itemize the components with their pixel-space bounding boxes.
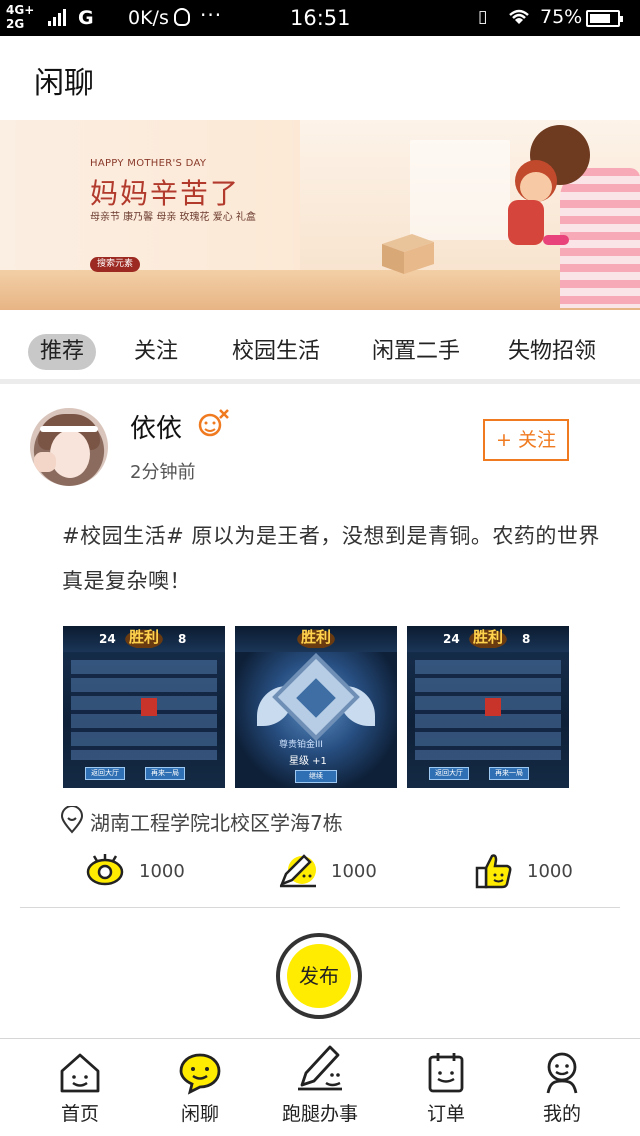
views-count: 1000: [139, 861, 185, 882]
tab-campus-life[interactable]: 校园生活: [232, 334, 320, 370]
clock: 16:51: [290, 6, 351, 30]
avatar[interactable]: [30, 408, 108, 486]
eye-icon: [86, 854, 124, 886]
post-time: 2分钟前: [130, 462, 196, 483]
tab-recommend[interactable]: 推荐: [28, 334, 97, 370]
bottom-nav: 首页 闲聊 跑腿办事 订单 我的: [0, 1038, 640, 1136]
home-icon: [60, 1053, 100, 1093]
banner-headline: 妈妈辛苦了: [90, 177, 241, 210]
banner-tags: 母亲节 康乃馨 母亲 玫瑰花 爱心 礼盒: [90, 212, 256, 223]
banner-child-face: [520, 172, 552, 202]
promo-banner[interactable]: HAPPY MOTHER'S DAY 妈妈辛苦了 母亲节 康乃馨 母亲 玫瑰花 …: [0, 120, 640, 310]
nav-chat[interactable]: 闲聊: [136, 1039, 264, 1136]
location-pin-icon: [60, 806, 84, 834]
post-content: #校园生活# 原以为是王者，没想到是青铜。农药的世界真是复杂噢！: [62, 524, 600, 593]
follow-button[interactable]: + 关注: [483, 419, 569, 461]
signal-icon: [48, 8, 72, 26]
tab-second-hand[interactable]: 闲置二手: [372, 334, 460, 370]
profile-icon: [546, 1052, 578, 1094]
vibrate-icon: ▯: [478, 7, 488, 27]
nav-profile[interactable]: 我的: [498, 1039, 626, 1136]
nav-home[interactable]: 首页: [16, 1039, 144, 1136]
errand-icon: [298, 1045, 342, 1091]
banner-subtitle: HAPPY MOTHER'S DAY: [90, 158, 207, 169]
post-image-1[interactable]: 24 胜利 8 返回大厅 再来一局: [63, 626, 225, 788]
tab-following[interactable]: 关注: [134, 334, 178, 370]
wifi-icon: [506, 6, 532, 31]
banner-search-button[interactable]: 搜索元素: [90, 257, 140, 272]
order-icon: [428, 1053, 464, 1093]
battery-icon: [586, 10, 623, 27]
post-image-3[interactable]: 24 胜利 8 返回大厅 再来一局: [407, 626, 569, 788]
carrier-label: G: [78, 7, 94, 29]
banner-heart: [543, 235, 569, 245]
post-divider: [20, 907, 620, 908]
banner-child-body: [508, 200, 544, 245]
pencil-comment-icon: [279, 854, 316, 888]
likes-count: 1000: [527, 861, 573, 882]
username[interactable]: 依依: [130, 408, 182, 445]
nav-orders[interactable]: 订单: [382, 1039, 510, 1136]
female-gender-icon: [198, 409, 229, 437]
comments-count: 1000: [331, 861, 377, 882]
tab-lost-found[interactable]: 失物招领: [508, 334, 596, 370]
banner-mother-figure: [560, 168, 640, 308]
app-header: 闲聊: [0, 36, 640, 120]
chat-icon: [179, 1053, 221, 1095]
gift-box-illustration: [382, 234, 434, 274]
nav-errand[interactable]: 跑腿办事: [256, 1039, 384, 1136]
qq-notification-icon: [174, 8, 190, 26]
post-location[interactable]: 湖南工程学院北校区学海7栋: [90, 807, 343, 836]
banner-floor: [0, 270, 640, 310]
thumbs-up-icon: [475, 854, 512, 889]
mvp-badge: [141, 698, 157, 716]
banner-window: [410, 140, 510, 240]
more-notifications: ···: [200, 3, 223, 27]
publish-button[interactable]: 发布: [276, 933, 362, 1019]
publish-label: 发布: [287, 944, 351, 1008]
status-bar: 4G+ 2G G 0K/s ··· 16:51 ▯ 75%: [0, 0, 640, 36]
post-image-2[interactable]: 胜利 尊贵铂金III 星级 +1 继续: [235, 626, 397, 788]
category-tabs: 推荐 关注 校园生活 闲置二手 失物招领: [0, 312, 640, 384]
mvp-badge: [485, 698, 501, 716]
network-type: 4G+ 2G: [6, 3, 35, 31]
battery-percent: 75%: [540, 6, 583, 28]
page-title: 闲聊: [34, 66, 94, 101]
network-speed: 0K/s: [128, 7, 169, 29]
